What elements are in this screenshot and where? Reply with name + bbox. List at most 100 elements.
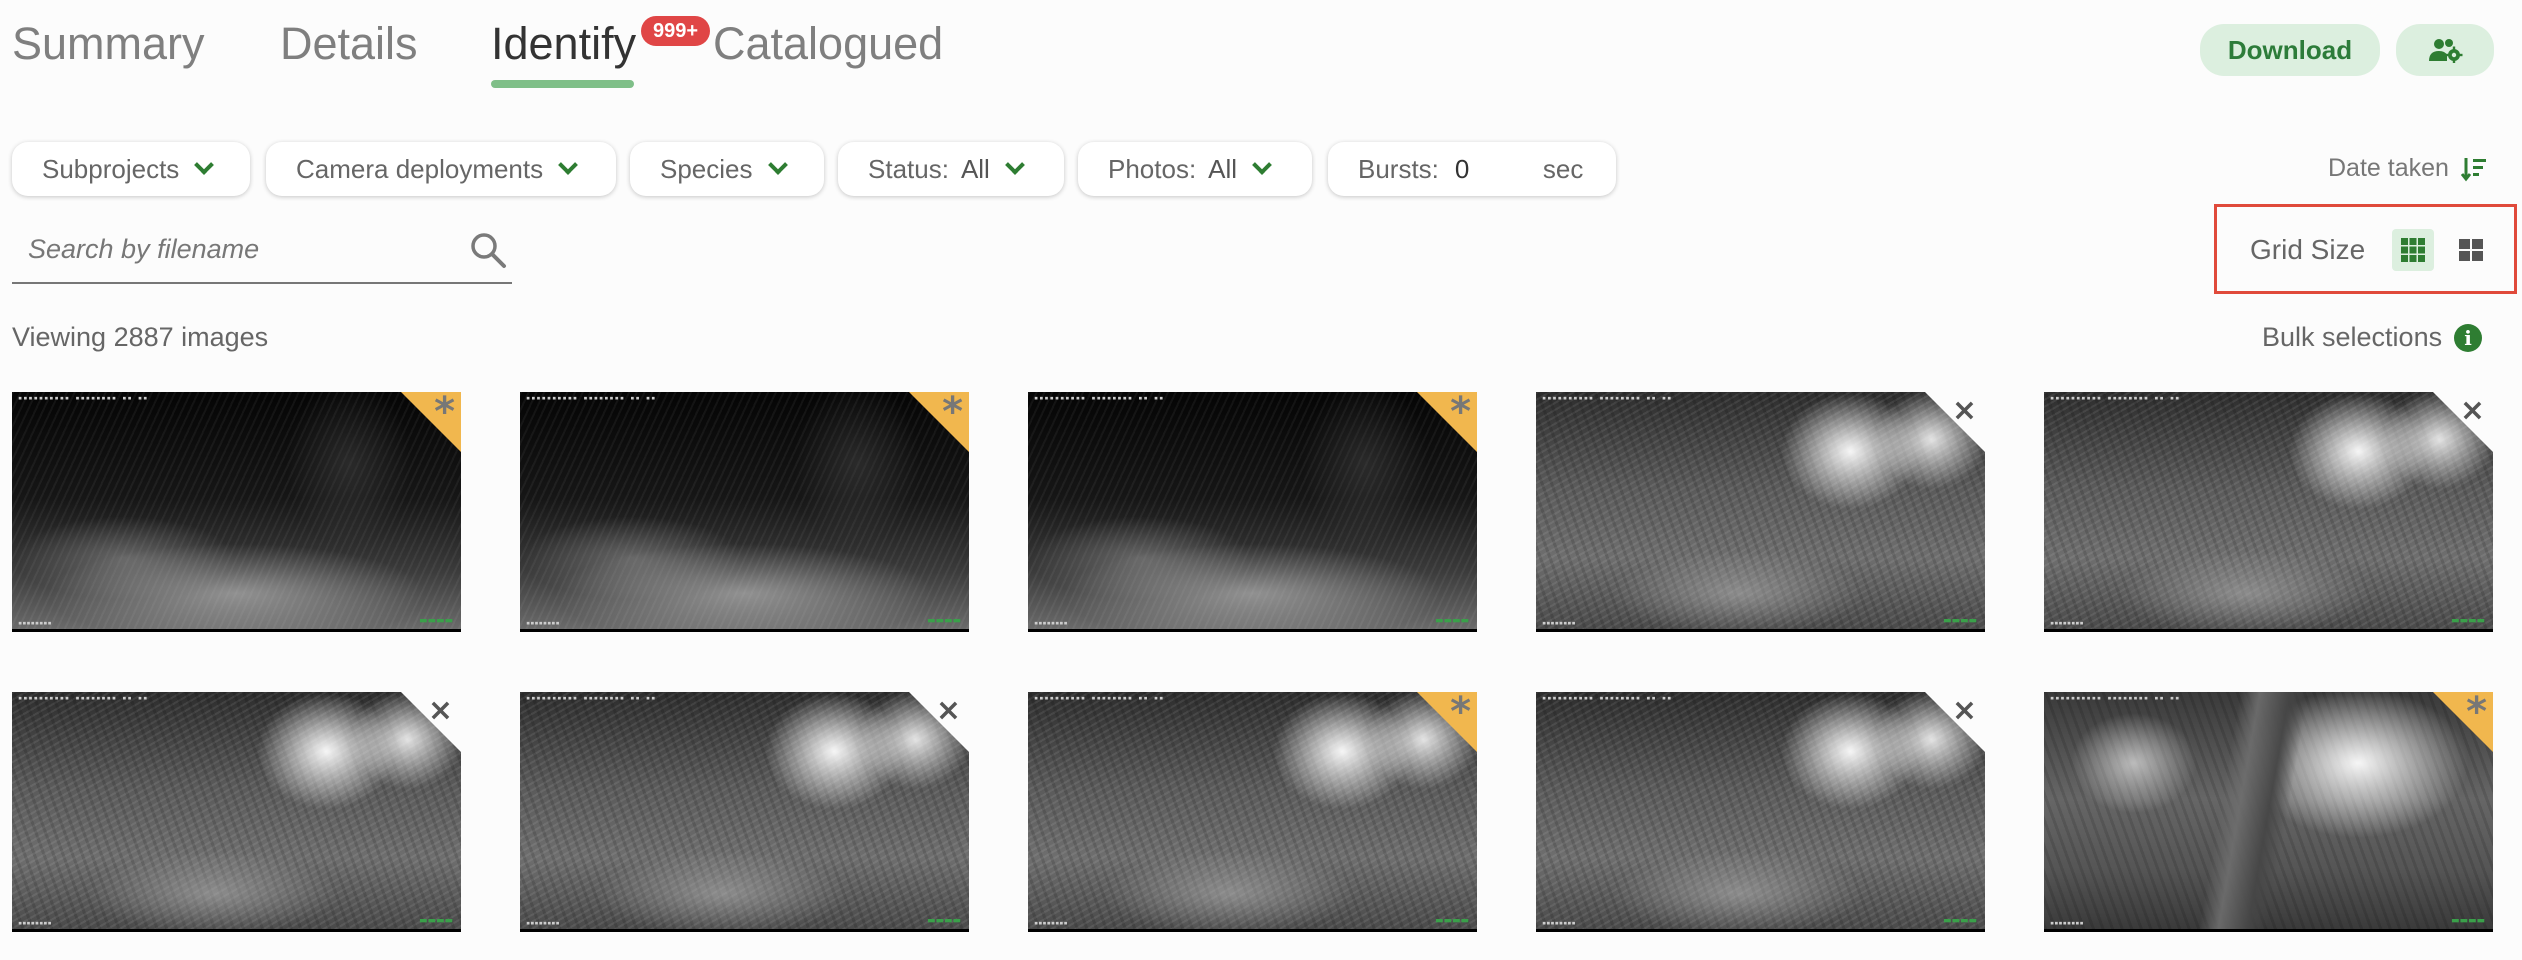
bulk-selections-button[interactable]: Bulk selections i [2262,322,2483,353]
info-icon[interactable]: i [2454,323,2483,352]
camera-brand-watermark: ▬▬▬▬ [1434,916,1469,926]
image-thumbnail[interactable]: ▪▪▪▪▪▪▪▪▪▪ ▪▪▪▪▪▪▪▪ ▪▪ ▪▪ ▪▪▪▪▪▪▪▪ ▬▬▬▬ * [1028,692,1477,932]
small-grid-icon [2401,238,2425,262]
camera-brand-watermark: ▬▬▬▬ [1942,916,1977,926]
photos-filter[interactable]: Photos: All [1078,142,1312,196]
camera-brand-watermark: ▬▬▬▬ [2450,916,2485,926]
status-filter-label: Status: [868,153,949,184]
tab-identify[interactable]: Identify [491,18,636,70]
asterisk-icon[interactable]: * [1450,392,1471,434]
chevron-down-icon [1004,155,1025,175]
asterisk-icon[interactable]: * [1450,692,1471,734]
photo-timestamp-overlay: ▪▪▪▪▪▪▪▪▪▪ ▪▪▪▪▪▪▪▪ ▪▪ ▪▪ [18,694,149,702]
bursts-filter[interactable]: Bursts: 0 sec [1328,142,1616,196]
close-icon[interactable]: × [428,694,453,728]
image-thumbnail[interactable]: ▪▪▪▪▪▪▪▪▪▪ ▪▪▪▪▪▪▪▪ ▪▪ ▪▪ ▪▪▪▪▪▪▪▪ ▬▬▬▬ × [1536,692,1985,932]
search-input[interactable] [12,222,432,276]
image-thumbnail[interactable]: ▪▪▪▪▪▪▪▪▪▪ ▪▪▪▪▪▪▪▪ ▪▪ ▪▪ ▪▪▪▪▪▪▪▪ ▬▬▬▬ * [1028,392,1477,632]
search-field[interactable] [12,222,512,284]
image-thumbnail[interactable]: ▪▪▪▪▪▪▪▪▪▪ ▪▪▪▪▪▪▪▪ ▪▪ ▪▪ ▪▪▪▪▪▪▪▪ ▬▬▬▬ × [12,692,461,932]
bursts-input[interactable]: 0 [1455,154,1535,185]
camera-brand-watermark: ▬▬▬▬ [926,916,961,926]
camera-trap-photo [1536,392,1985,629]
camera-brand-watermark: ▬▬▬▬ [926,616,961,626]
camera-trap-photo [2044,392,2493,629]
image-thumbnail[interactable]: ▪▪▪▪▪▪▪▪▪▪ ▪▪▪▪▪▪▪▪ ▪▪ ▪▪ ▪▪▪▪▪▪▪▪ ▬▬▬▬ * [2044,692,2493,932]
photo-timestamp-overlay: ▪▪▪▪▪▪▪▪▪▪ ▪▪▪▪▪▪▪▪ ▪▪ ▪▪ [18,394,149,402]
camera-trap-photo [1028,392,1477,629]
camera-trap-photo [1536,692,1985,929]
camera-brand-watermark: ▬▬▬▬ [418,616,453,626]
tab-catalogued[interactable]: Catalogued [713,18,943,70]
camera-brand-watermark: ▬▬▬▬ [1434,616,1469,626]
photos-filter-value: All [1208,153,1238,184]
image-thumbnail[interactable]: ▪▪▪▪▪▪▪▪▪▪ ▪▪▪▪▪▪▪▪ ▪▪ ▪▪ ▪▪▪▪▪▪▪▪ ▬▬▬▬ * [520,392,969,632]
close-icon[interactable]: × [936,694,961,728]
camera-trap-photo [520,692,969,929]
chevron-down-icon [767,155,788,175]
asterisk-icon[interactable]: * [2466,692,2487,734]
tab-details[interactable]: Details [280,18,418,70]
chevron-down-icon [558,155,579,175]
photo-camera-overlay: ▪▪▪▪▪▪▪▪ [1034,919,1068,927]
identify-count-badge: 999+ [641,16,711,46]
close-icon[interactable]: × [2460,394,2485,428]
image-thumbnail[interactable]: ▪▪▪▪▪▪▪▪▪▪ ▪▪▪▪▪▪▪▪ ▪▪ ▪▪ ▪▪▪▪▪▪▪▪ ▬▬▬▬ × [520,692,969,932]
subprojects-filter[interactable]: Subprojects [12,142,250,196]
photo-camera-overlay: ▪▪▪▪▪▪▪▪ [2050,919,2084,927]
manage-users-button[interactable] [2396,24,2494,76]
camera-trap-photo [12,392,461,629]
photo-camera-overlay: ▪▪▪▪▪▪▪▪ [526,619,560,627]
large-grid-button[interactable] [2450,229,2492,271]
download-button[interactable]: Download [2200,24,2380,76]
image-thumbnail[interactable]: ▪▪▪▪▪▪▪▪▪▪ ▪▪▪▪▪▪▪▪ ▪▪ ▪▪ ▪▪▪▪▪▪▪▪ ▬▬▬▬ × [2044,392,2493,632]
sort-control[interactable]: Date taken [2328,154,2487,183]
viewing-count: Viewing 2887 images [12,322,269,352]
photo-timestamp-overlay: ▪▪▪▪▪▪▪▪▪▪ ▪▪▪▪▪▪▪▪ ▪▪ ▪▪ [1034,394,1165,402]
species-filter[interactable]: Species [630,142,824,196]
users-gear-icon [2429,39,2463,63]
bulk-selections-label: Bulk selections [2262,322,2443,352]
photo-camera-overlay: ▪▪▪▪▪▪▪▪ [18,919,52,927]
camera-trap-photo [2044,692,2493,929]
tab-summary[interactable]: Summary [12,18,205,70]
chevron-down-icon [194,155,215,175]
image-thumbnail[interactable]: ▪▪▪▪▪▪▪▪▪▪ ▪▪▪▪▪▪▪▪ ▪▪ ▪▪ ▪▪▪▪▪▪▪▪ ▬▬▬▬ * [12,392,461,632]
bursts-unit: sec [1542,153,1584,184]
asterisk-icon[interactable]: * [434,392,455,434]
photo-timestamp-overlay: ▪▪▪▪▪▪▪▪▪▪ ▪▪▪▪▪▪▪▪ ▪▪ ▪▪ [1542,394,1673,402]
photo-timestamp-overlay: ▪▪▪▪▪▪▪▪▪▪ ▪▪▪▪▪▪▪▪ ▪▪ ▪▪ [526,694,657,702]
search-icon[interactable] [468,230,508,270]
large-grid-icon [2459,239,2483,261]
camera-deployments-filter[interactable]: Camera deployments [266,142,616,196]
camera-trap-photo [520,392,969,629]
photo-timestamp-overlay: ▪▪▪▪▪▪▪▪▪▪ ▪▪▪▪▪▪▪▪ ▪▪ ▪▪ [2050,694,2181,702]
photo-camera-overlay: ▪▪▪▪▪▪▪▪ [18,619,52,627]
asterisk-icon[interactable]: * [942,392,963,434]
camera-brand-watermark: ▬▬▬▬ [2450,616,2485,626]
photo-timestamp-overlay: ▪▪▪▪▪▪▪▪▪▪ ▪▪▪▪▪▪▪▪ ▪▪ ▪▪ [2050,394,2181,402]
image-thumbnail[interactable]: ▪▪▪▪▪▪▪▪▪▪ ▪▪▪▪▪▪▪▪ ▪▪ ▪▪ ▪▪▪▪▪▪▪▪ ▬▬▬▬ × [1536,392,1985,632]
photos-filter-label: Photos: [1108,153,1197,184]
camera-trap-photo [1028,692,1477,929]
camera-brand-watermark: ▬▬▬▬ [1942,616,1977,626]
photo-camera-overlay: ▪▪▪▪▪▪▪▪ [526,919,560,927]
close-icon[interactable]: × [1952,694,1977,728]
bursts-filter-label: Bursts: [1358,153,1439,184]
status-filter-value: All [960,153,990,184]
photo-camera-overlay: ▪▪▪▪▪▪▪▪ [1542,919,1576,927]
camera-trap-photo [12,692,461,929]
photo-camera-overlay: ▪▪▪▪▪▪▪▪ [1034,619,1068,627]
photo-timestamp-overlay: ▪▪▪▪▪▪▪▪▪▪ ▪▪▪▪▪▪▪▪ ▪▪ ▪▪ [1542,694,1673,702]
small-grid-button[interactable] [2392,229,2434,271]
photo-camera-overlay: ▪▪▪▪▪▪▪▪ [2050,619,2084,627]
photo-camera-overlay: ▪▪▪▪▪▪▪▪ [1542,619,1576,627]
chevron-down-icon [1252,155,1272,175]
photo-timestamp-overlay: ▪▪▪▪▪▪▪▪▪▪ ▪▪▪▪▪▪▪▪ ▪▪ ▪▪ [1034,694,1165,702]
status-filter[interactable]: Status: All [838,142,1064,196]
grid-size-label: Grid Size [2250,234,2366,265]
camera-brand-watermark: ▬▬▬▬ [418,916,453,926]
close-icon[interactable]: × [1952,394,1977,428]
species-filter-label: Species [660,153,753,184]
camera-deployments-filter-label: Camera deployments [296,153,544,184]
